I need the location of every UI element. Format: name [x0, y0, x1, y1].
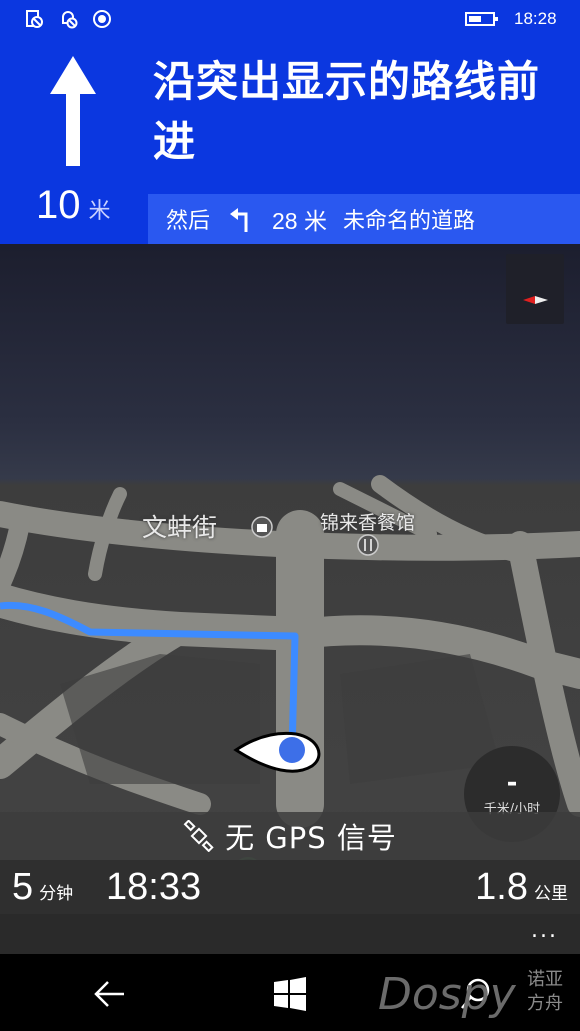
battery-icon	[465, 12, 498, 26]
eta-minutes-unit: 分钟	[39, 884, 74, 904]
back-button[interactable]	[90, 974, 130, 1014]
eta-duration: 5 分钟	[12, 866, 73, 909]
document-sync-icon	[26, 10, 43, 28]
status-bar: 18:28	[0, 0, 580, 38]
map-label-restaurant: 锦来香餐馆	[320, 512, 416, 534]
restaurant-icon[interactable]	[357, 534, 379, 556]
satellite-icon	[183, 820, 214, 852]
status-time: 18:28	[514, 9, 557, 28]
eta-minutes: 5	[12, 866, 34, 908]
more-button[interactable]: ...	[531, 918, 558, 943]
map-view[interactable]: A 文蚌街 锦来香餐馆 - 千米/小时 无 GPS 信号 5分钟 18:33 1…	[0, 244, 580, 954]
map-label-street: 文蚌街	[142, 513, 218, 542]
system-nav-bar: Dospy 诺亚 方舟	[0, 954, 580, 1031]
trip-info-bar[interactable]: 5 分钟 18:33 1.8 公里	[0, 860, 580, 914]
then-road-name: 未命名的道路	[343, 209, 476, 234]
remaining-distance: 1.8 公里	[475, 866, 568, 909]
record-icon	[93, 10, 111, 28]
watermark-sub-line2: 方舟	[527, 993, 563, 1014]
remaining-distance-value: 1.8	[475, 866, 528, 908]
battery-level	[469, 16, 482, 22]
arrow-up-icon	[50, 56, 96, 166]
then-label: 然后	[166, 209, 211, 234]
distance-value: 10	[36, 183, 81, 227]
status-icons	[24, 9, 112, 29]
shopping-bag-icon[interactable]	[251, 516, 273, 538]
current-distance: 10 米	[36, 183, 111, 228]
compass-button[interactable]	[506, 254, 564, 324]
next-maneuver-bar: 然后 28 米 未命名的道路	[148, 194, 580, 244]
arrival-time: 18:33	[106, 866, 202, 908]
alarm-off-icon	[62, 11, 78, 29]
compass-icon	[523, 296, 548, 304]
gps-status-text: 无 GPS 信号	[225, 821, 397, 855]
gps-status-bar: 无 GPS 信号	[0, 812, 580, 860]
app-bar: ...	[0, 914, 580, 954]
windows-start-button[interactable]	[270, 974, 310, 1014]
instruction-panel[interactable]: 10 米 沿突出显示的路线前进 然后 28 米 未命名的道路	[0, 38, 580, 244]
watermark-sub-line1: 诺亚	[527, 969, 563, 990]
turn-left-icon	[230, 208, 248, 232]
watermark-subtext: 诺亚 方舟	[527, 968, 563, 1016]
watermark-logo: Dospy	[378, 969, 516, 1020]
speed-value: -	[506, 768, 518, 798]
then-distance: 28 米	[272, 208, 327, 234]
main-instruction: 沿突出显示的路线前进	[153, 57, 541, 166]
distance-unit: 米	[88, 198, 111, 223]
remaining-distance-unit: 公里	[534, 884, 568, 904]
